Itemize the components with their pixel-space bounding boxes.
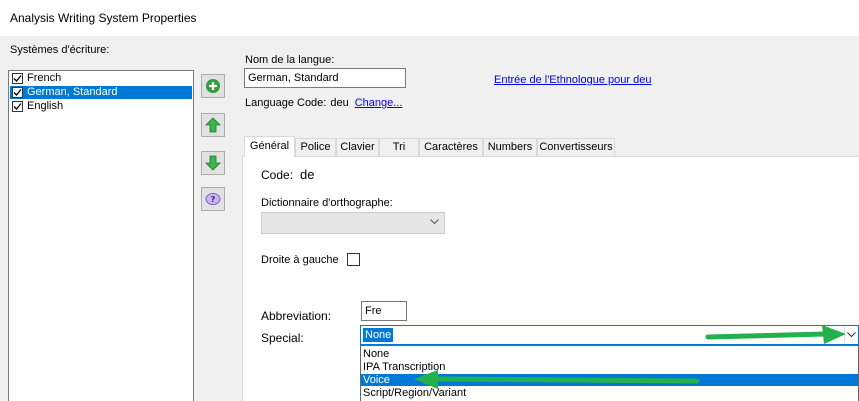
writing-system-checkbox[interactable]	[12, 73, 23, 84]
window-title: Analysis Writing System Properties	[10, 11, 197, 25]
writing-system-checkbox[interactable]	[12, 87, 23, 98]
language-code-label: Language Code:	[245, 97, 327, 109]
special-label: Special:	[261, 331, 304, 345]
code-value: de	[300, 167, 315, 182]
writing-system-item-english[interactable]: English	[10, 100, 192, 113]
writing-system-item-french[interactable]: French	[10, 72, 192, 85]
svg-text:?: ?	[211, 195, 216, 204]
special-option-ipa[interactable]: IPA Transcription	[361, 361, 858, 373]
dictionary-label: Dictionnaire d'orthographe:	[261, 197, 393, 209]
special-dropdown-button[interactable]	[844, 326, 858, 344]
language-name-input[interactable]: German, Standard	[244, 68, 406, 88]
tab-convertisseurs[interactable]: Convertisseurs	[537, 138, 615, 156]
chevron-down-icon	[430, 219, 439, 225]
writing-system-label: French	[27, 72, 62, 84]
special-dropdown-list[interactable]: None IPA Transcription Voice Script/Regi…	[360, 345, 859, 401]
code-label: Code:	[261, 168, 294, 182]
ethnologue-link[interactable]: Entrée de l'Ethnologue pour deu	[494, 74, 651, 86]
question-icon: ?	[205, 193, 221, 205]
tab-general[interactable]: Général	[244, 136, 295, 157]
tab-tri[interactable]: Tri	[379, 138, 419, 156]
tab-caracteres[interactable]: Caractères	[419, 138, 483, 156]
language-code-row: Language Code: deu Change...	[245, 97, 402, 109]
writing-system-label: German, Standard	[27, 86, 118, 98]
writing-system-item-german[interactable]: German, Standard	[10, 86, 192, 99]
writing-system-checkbox[interactable]	[12, 101, 23, 112]
arrow-up-icon	[205, 117, 221, 133]
abbreviation-label: Abbreviation:	[261, 309, 332, 323]
move-up-button[interactable]	[201, 113, 225, 137]
language-code-value: deu	[330, 97, 349, 109]
checkmark-icon	[13, 75, 22, 82]
special-option-voice[interactable]: Voice	[361, 374, 858, 386]
tab-numbers[interactable]: Numbers	[483, 138, 537, 156]
special-option-script-region-variant[interactable]: Script/Region/Variant	[361, 387, 858, 399]
special-option-none[interactable]: None	[361, 348, 858, 360]
checkmark-icon	[13, 89, 22, 96]
chevron-down-icon	[847, 332, 856, 338]
special-select[interactable]: None	[360, 325, 859, 345]
language-name-label: Nom de la langue:	[245, 54, 335, 66]
writing-systems-label: Systèmes d'écriture:	[10, 44, 110, 56]
rtl-checkbox[interactable]	[347, 253, 360, 266]
code-row: Code: de	[261, 167, 315, 182]
abbreviation-input[interactable]: Fre	[361, 301, 407, 321]
rtl-label: Droite à gauche	[261, 254, 339, 266]
tab-police[interactable]: Police	[295, 138, 336, 156]
arrow-down-icon	[205, 155, 221, 171]
special-selected-value: None	[363, 328, 394, 342]
tab-clavier[interactable]: Clavier	[336, 138, 379, 156]
checkmark-icon	[13, 103, 22, 110]
move-down-button[interactable]	[201, 151, 225, 175]
writing-system-label: English	[27, 100, 64, 112]
writing-systems-list[interactable]: French German, Standard English	[8, 70, 194, 401]
help-button[interactable]: ?	[201, 187, 225, 211]
plus-circle-icon	[206, 79, 220, 93]
dictionary-select[interactable]	[261, 212, 445, 234]
add-writing-system-button[interactable]	[201, 74, 225, 98]
change-code-link[interactable]: Change...	[355, 97, 403, 109]
